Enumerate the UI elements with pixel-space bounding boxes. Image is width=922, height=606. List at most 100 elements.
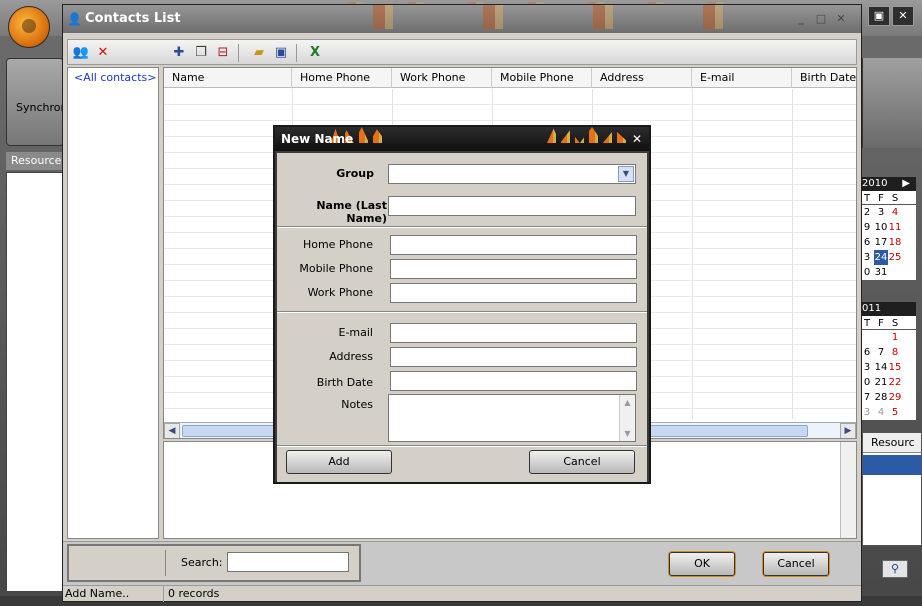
ok-button[interactable]: OK: [669, 552, 735, 576]
calendar-next-icon[interactable]: ▶: [902, 177, 910, 191]
vertical-scrollbar[interactable]: ▲ ▼: [619, 395, 635, 441]
calendar-day[interactable]: 5: [888, 405, 902, 420]
column-header-email[interactable]: E-mail: [692, 68, 792, 88]
calendar-header: 011: [860, 302, 916, 316]
calendar-day[interactable]: 14: [874, 360, 888, 375]
notes-textarea[interactable]: ▲ ▼: [388, 394, 636, 442]
calendar-header: 2010 ▶: [860, 177, 916, 191]
work-phone-field[interactable]: [390, 283, 637, 303]
remove-contact-icon[interactable]: ⊟: [214, 44, 232, 62]
column-header-mobile-phone[interactable]: Mobile Phone: [492, 68, 592, 88]
scroll-up-icon[interactable]: ▲: [621, 396, 634, 409]
calendar-day[interactable]: 17: [874, 235, 888, 250]
close-icon[interactable]: ✕: [892, 6, 914, 26]
home-phone-label: Home Phone: [302, 238, 373, 251]
calendar-day[interactable]: 1: [888, 330, 902, 345]
group-users-icon[interactable]: 👥: [72, 44, 90, 62]
binoculars-icon[interactable]: ⚲: [882, 560, 908, 578]
calendar-day[interactable]: 28: [874, 390, 888, 405]
app-logo-icon[interactable]: [8, 6, 50, 48]
dialog-cancel-button[interactable]: Cancel: [529, 450, 635, 474]
mobile-phone-field[interactable]: [390, 259, 637, 279]
group-tree[interactable]: <All contacts>: [67, 67, 159, 539]
close-icon[interactable]: ✕: [629, 131, 645, 147]
name-label: Name (Last Name): [316, 199, 387, 225]
group-select[interactable]: ▼: [388, 164, 636, 184]
calendar-day[interactable]: 29: [888, 390, 902, 405]
address-field[interactable]: [390, 347, 637, 367]
calendar-day[interactable]: 7: [874, 345, 888, 360]
copy-contact-icon[interactable]: ❐: [192, 44, 210, 62]
calendar-day[interactable]: 31: [874, 265, 888, 280]
chevron-down-icon[interactable]: ▼: [618, 166, 634, 182]
calendar-day[interactable]: 3: [860, 360, 874, 375]
mini-calendar: 011 TFS 1 6 7 8 3 14 15 0 21 22 7 28 29 3 4 5: [860, 302, 916, 420]
column-header-name[interactable]: Name: [164, 68, 292, 88]
home-phone-field[interactable]: [390, 235, 637, 255]
resource-selected-row[interactable]: [863, 455, 921, 475]
tree-item-all-contacts[interactable]: <All contacts>: [74, 71, 156, 84]
calendar-day[interactable]: 8: [888, 345, 902, 360]
calendar-day[interactable]: 10: [874, 220, 888, 235]
calendar-day[interactable]: 6: [860, 345, 874, 360]
birth-date-field[interactable]: [390, 371, 637, 391]
open-folder-icon[interactable]: ▰: [250, 44, 268, 62]
weekday-label: T: [863, 193, 871, 204]
work-phone-label: Work Phone: [307, 286, 373, 299]
status-bar: Add Name.. 0 records: [63, 585, 861, 602]
calendar-day[interactable]: 15: [888, 360, 902, 375]
notes-label: Notes: [341, 398, 373, 411]
calendar-day[interactable]: 6: [860, 235, 874, 250]
email-field[interactable]: [390, 323, 637, 343]
column-header-birth-date[interactable]: Birth Date: [792, 68, 856, 88]
calendar-day[interactable]: 11: [888, 220, 902, 235]
calendar-day[interactable]: 3: [860, 250, 874, 265]
calendar-day[interactable]: 25: [888, 250, 902, 265]
group-label: Group: [336, 167, 374, 180]
column-header-home-phone[interactable]: Home Phone: [292, 68, 392, 88]
calendar-day[interactable]: [874, 330, 888, 345]
calendar-day[interactable]: 3: [874, 205, 888, 220]
calendar-header-label: 011: [862, 303, 882, 314]
cancel-button[interactable]: Cancel: [763, 552, 829, 576]
vertical-scrollbar[interactable]: [840, 442, 856, 538]
calendar-week: 6 17 18: [860, 235, 916, 250]
calendar-day[interactable]: 18: [888, 235, 902, 250]
resource-list[interactable]: Resourc: [862, 432, 922, 546]
restore-icon[interactable]: ▣: [868, 6, 890, 26]
calendar-day[interactable]: 0: [860, 265, 874, 280]
minimize-icon[interactable]: _: [791, 12, 811, 25]
calendar-day-selected[interactable]: 24: [874, 250, 888, 265]
calendar-day[interactable]: [888, 265, 902, 280]
column-header-address[interactable]: Address: [592, 68, 692, 88]
scroll-right-icon[interactable]: ▶: [840, 423, 856, 438]
close-icon[interactable]: ✕: [831, 12, 851, 25]
delete-icon[interactable]: ✕: [94, 44, 112, 62]
add-contact-icon[interactable]: ✚: [170, 44, 188, 62]
calendar-day[interactable]: [860, 330, 874, 345]
calendar-day[interactable]: 21: [874, 375, 888, 390]
maximize-icon[interactable]: □: [811, 12, 831, 25]
save-icon[interactable]: ▣: [272, 44, 290, 62]
calendar-day[interactable]: 4: [874, 405, 888, 420]
dialog-title: New Name: [281, 132, 354, 146]
window-controls: _ □ ✕: [791, 12, 857, 28]
calendar-day[interactable]: 22: [888, 375, 902, 390]
search-input[interactable]: [227, 552, 349, 572]
scroll-left-icon[interactable]: ◀: [164, 423, 180, 438]
add-button[interactable]: Add: [286, 450, 392, 474]
calendar-day[interactable]: 9: [860, 220, 874, 235]
name-field[interactable]: [388, 196, 636, 216]
excel-export-icon[interactable]: X: [306, 44, 324, 62]
calendar-day[interactable]: 3: [860, 405, 874, 420]
column-header-work-phone[interactable]: Work Phone: [392, 68, 492, 88]
calendar-day[interactable]: 0: [860, 375, 874, 390]
resources-header: Resources: [6, 152, 67, 170]
column-divider: [692, 89, 693, 419]
section-divider: [277, 311, 647, 313]
calendar-day[interactable]: 4: [888, 205, 902, 220]
calendar-day[interactable]: 2: [860, 205, 874, 220]
calendar-day[interactable]: 7: [860, 390, 874, 405]
scroll-down-icon[interactable]: ▼: [621, 427, 634, 440]
dialog-titlebar[interactable]: New Name ✕: [275, 127, 649, 151]
